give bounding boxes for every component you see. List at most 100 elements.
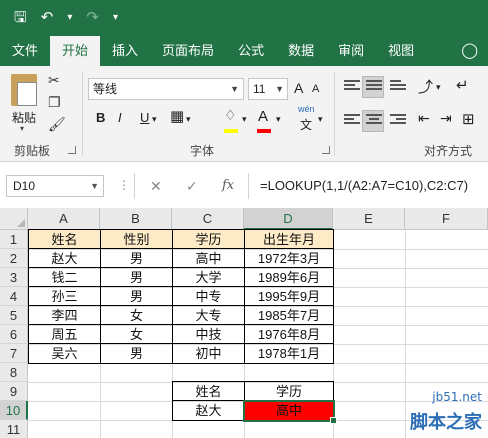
- row-header-10[interactable]: 10: [0, 401, 28, 420]
- tab-file[interactable]: 文件: [0, 38, 50, 66]
- row-header-11[interactable]: 11: [0, 420, 28, 438]
- enter-button[interactable]: ✓: [186, 178, 198, 195]
- borders-dropdown-icon[interactable]: ▾: [186, 114, 191, 125]
- table-cell[interactable]: 吴六: [29, 344, 100, 363]
- table-cell[interactable]: 女: [101, 306, 172, 325]
- grow-font-button[interactable]: A: [294, 80, 303, 96]
- format-painter-icon[interactable]: 🖌: [48, 116, 66, 133]
- copy-icon[interactable]: ❐: [48, 94, 61, 111]
- fill-color-dropdown-icon[interactable]: ▾: [242, 114, 247, 125]
- column-header-d[interactable]: D: [244, 208, 333, 230]
- orientation-icon[interactable]: ⤴: [418, 76, 433, 97]
- header-cell-education[interactable]: 学历: [173, 230, 244, 249]
- table-cell[interactable]: 男: [101, 268, 172, 287]
- table-cell[interactable]: 钱二: [29, 268, 100, 287]
- font-color-button[interactable]: A: [258, 108, 268, 125]
- clipboard-launcher-icon[interactable]: [68, 146, 76, 154]
- increase-indent-icon[interactable]: ⇥: [440, 110, 452, 127]
- phonetic-guide-button[interactable]: 文: [300, 116, 312, 133]
- shrink-font-button[interactable]: A: [312, 83, 319, 95]
- row-header-3[interactable]: 3: [0, 268, 28, 287]
- tab-insert[interactable]: 插入: [100, 38, 150, 66]
- table-cell[interactable]: 女: [101, 325, 172, 344]
- row-header-4[interactable]: 4: [0, 287, 28, 306]
- lookup-input-name[interactable]: 赵大: [173, 401, 244, 420]
- undo-dropdown-icon[interactable]: ▾: [67, 12, 72, 23]
- table-cell[interactable]: 1995年9月: [245, 287, 333, 306]
- paste-dropdown-icon[interactable]: ▾: [20, 124, 24, 133]
- tab-view[interactable]: 视图: [376, 38, 426, 66]
- table-cell[interactable]: 1972年3月: [245, 249, 333, 268]
- column-header-c[interactable]: C: [172, 208, 244, 230]
- wrap-text-icon[interactable]: ↵: [456, 76, 469, 94]
- save-icon[interactable]: 🖫: [14, 10, 27, 25]
- tab-home[interactable]: 开始: [50, 36, 101, 66]
- row-header-7[interactable]: 7: [0, 344, 28, 363]
- row-header-9[interactable]: 9: [0, 382, 28, 401]
- header-cell-gender[interactable]: 性别: [101, 230, 172, 249]
- cancel-button[interactable]: ✕: [150, 178, 162, 195]
- select-all-button[interactable]: [0, 208, 28, 230]
- table-cell[interactable]: 中专: [173, 287, 244, 306]
- table-cell[interactable]: 1985年7月: [245, 306, 333, 325]
- underline-dropdown-icon[interactable]: ▾: [152, 114, 157, 125]
- align-top-icon[interactable]: [344, 80, 360, 96]
- column-header-f[interactable]: F: [405, 208, 488, 230]
- align-center-icon[interactable]: [366, 114, 382, 130]
- decrease-indent-icon[interactable]: ⇤: [418, 110, 430, 127]
- table-cell[interactable]: 中技: [173, 325, 244, 344]
- table-cell[interactable]: 高中: [173, 249, 244, 268]
- table-cell[interactable]: 周五: [29, 325, 100, 344]
- row-header-1[interactable]: 1: [0, 230, 28, 249]
- more-options-icon[interactable]: ⋮: [118, 178, 130, 192]
- tab-page-layout[interactable]: 页面布局: [150, 38, 226, 66]
- redo-icon[interactable]: ↷: [86, 10, 99, 25]
- table-cell[interactable]: 李四: [29, 306, 100, 325]
- cut-icon[interactable]: ✂: [48, 72, 60, 89]
- name-box[interactable]: D10 ▼: [6, 175, 104, 197]
- tab-formulas[interactable]: 公式: [226, 38, 276, 66]
- table-cell[interactable]: 男: [101, 287, 172, 306]
- row-header-6[interactable]: 6: [0, 325, 28, 344]
- phonetic-guide-top[interactable]: wén: [298, 104, 315, 114]
- fill-color-icon[interactable]: ♢: [224, 107, 237, 124]
- table-cell[interactable]: 初中: [173, 344, 244, 363]
- table-cell[interactable]: 1978年1月: [245, 344, 333, 363]
- row-header-8[interactable]: 8: [0, 363, 28, 382]
- customize-toolbar-icon[interactable]: ▾: [113, 12, 118, 23]
- align-left-icon[interactable]: [344, 114, 360, 130]
- insert-function-button[interactable]: fx: [222, 178, 234, 193]
- table-cell[interactable]: 1989年6月: [245, 268, 333, 287]
- font-name-select[interactable]: 等线 ▼: [88, 78, 244, 100]
- borders-icon[interactable]: ▦: [170, 107, 184, 125]
- row-header-2[interactable]: 2: [0, 249, 28, 268]
- row-header-5[interactable]: 5: [0, 306, 28, 325]
- orientation-dropdown-icon[interactable]: ▾: [436, 82, 441, 93]
- table-cell[interactable]: 1976年8月: [245, 325, 333, 344]
- column-header-a[interactable]: A: [28, 208, 100, 230]
- column-header-b[interactable]: B: [100, 208, 172, 230]
- underline-button[interactable]: U: [140, 110, 149, 125]
- table-cell[interactable]: 孙三: [29, 287, 100, 306]
- lookup-label-name[interactable]: 姓名: [173, 382, 244, 401]
- tell-me-icon[interactable]: ◯: [449, 38, 488, 66]
- align-right-icon[interactable]: [390, 114, 406, 130]
- column-header-e[interactable]: E: [333, 208, 405, 230]
- header-cell-name[interactable]: 姓名: [29, 230, 100, 249]
- table-cell[interactable]: 大专: [173, 306, 244, 325]
- font-launcher-icon[interactable]: [322, 146, 330, 154]
- table-cell[interactable]: 大学: [173, 268, 244, 287]
- formula-input[interactable]: =LOOKUP(1,1/(A2:A7=C10),C2:C7): [260, 178, 468, 193]
- align-bottom-icon[interactable]: [390, 80, 406, 96]
- phonetic-dropdown-icon[interactable]: ▾: [318, 114, 323, 125]
- table-cell[interactable]: 赵大: [29, 249, 100, 268]
- font-color-dropdown-icon[interactable]: ▾: [276, 114, 281, 125]
- align-middle-icon[interactable]: [366, 80, 382, 96]
- tab-data[interactable]: 数据: [276, 38, 326, 66]
- italic-button[interactable]: I: [118, 110, 122, 125]
- undo-icon[interactable]: ↶: [41, 10, 54, 25]
- table-cell[interactable]: 男: [101, 344, 172, 363]
- table-cell[interactable]: 男: [101, 249, 172, 268]
- merge-center-icon[interactable]: ⊞: [462, 110, 475, 128]
- paste-icon[interactable]: [11, 74, 37, 106]
